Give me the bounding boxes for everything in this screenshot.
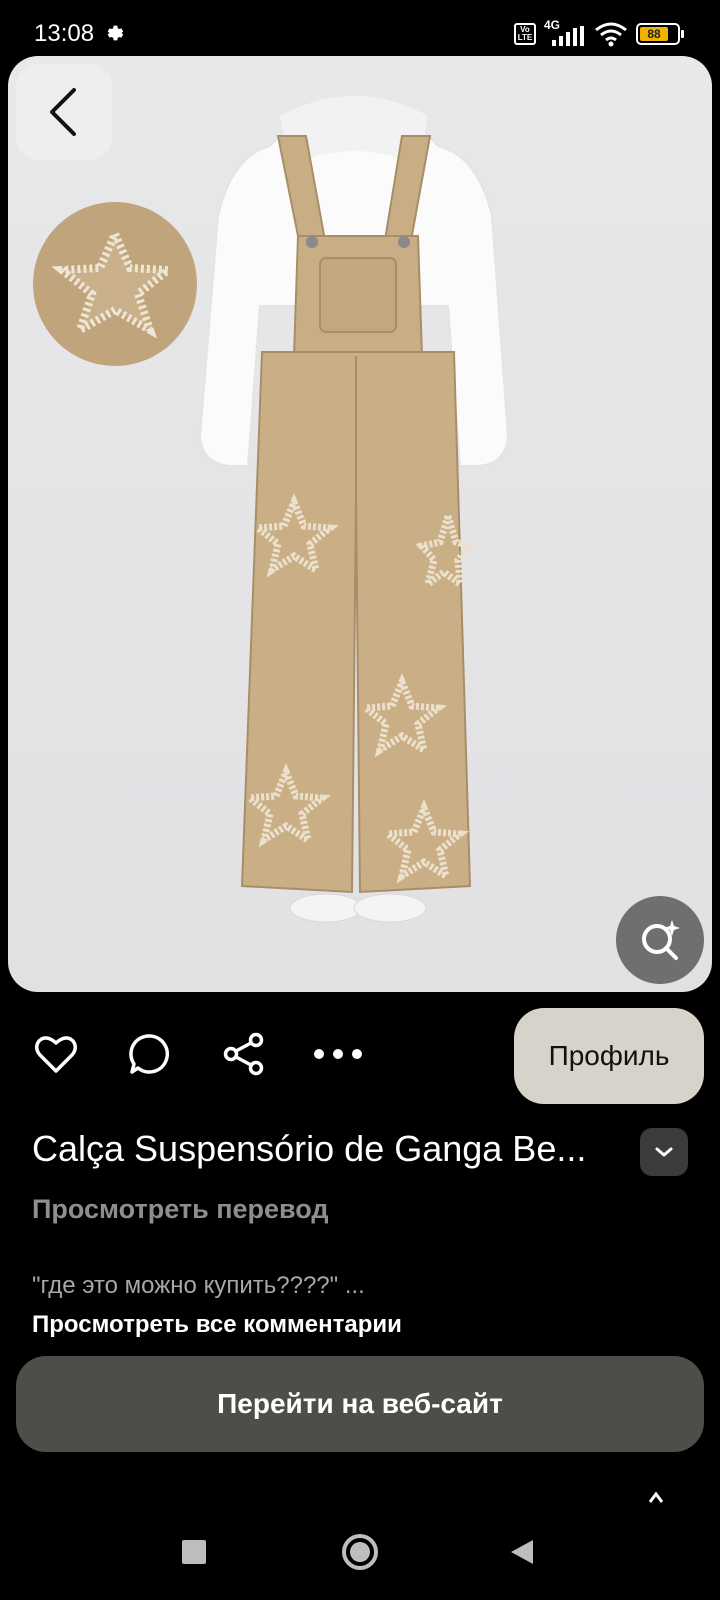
like-button[interactable]	[28, 1026, 84, 1082]
status-time: 13:08	[34, 20, 95, 47]
recents-button[interactable]	[170, 1528, 218, 1576]
chevron-down-icon	[655, 1147, 673, 1157]
view-translation-link[interactable]: Просмотреть перевод	[32, 1194, 329, 1225]
visual-search-icon	[642, 920, 680, 960]
more-dots-icon	[314, 1049, 362, 1059]
system-nav-bar	[0, 1504, 720, 1600]
action-row: Профиль	[0, 1008, 720, 1104]
heart-icon	[35, 1036, 77, 1073]
expand-title-button[interactable]	[640, 1128, 688, 1176]
view-all-comments-link[interactable]: Просмотреть все комментарии	[32, 1311, 402, 1339]
home-circle-icon	[342, 1534, 378, 1570]
square-icon	[182, 1540, 206, 1564]
volte-icon: Vo LTE	[514, 23, 536, 45]
triangle-back-icon	[511, 1540, 533, 1564]
share-icon	[223, 1032, 264, 1076]
battery-level: 88	[640, 27, 669, 41]
comment-bubble-icon	[129, 1034, 170, 1074]
product-image[interactable]	[8, 56, 712, 992]
chevron-up-icon[interactable]	[646, 1490, 666, 1504]
comment-button[interactable]	[122, 1026, 178, 1082]
comment-preview[interactable]: "где это можно купить????" ...	[32, 1272, 365, 1300]
share-button[interactable]	[216, 1026, 272, 1082]
signal-icon: 4G	[544, 18, 586, 46]
back-arrow-icon	[50, 88, 76, 136]
battery-icon: 88	[636, 23, 684, 45]
status-indicators: Vo LTE 4G 88	[514, 18, 684, 48]
visual-search-button[interactable]	[616, 896, 704, 984]
home-button[interactable]	[336, 1528, 384, 1576]
visit-website-button[interactable]: Перейти на веб-сайт	[16, 1356, 704, 1452]
pin-title: Calça Suspensório de Ganga Be...	[32, 1128, 587, 1169]
overalls-photo	[33, 96, 510, 923]
more-button[interactable]	[310, 1026, 366, 1082]
gear-icon	[107, 25, 124, 41]
wifi-icon	[595, 22, 627, 47]
status-bar: 13:08 Vo LTE 4G 88	[0, 0, 720, 56]
back-button[interactable]	[16, 64, 112, 160]
profile-button[interactable]: Профиль	[514, 1008, 704, 1104]
back-nav-button[interactable]	[498, 1528, 546, 1576]
